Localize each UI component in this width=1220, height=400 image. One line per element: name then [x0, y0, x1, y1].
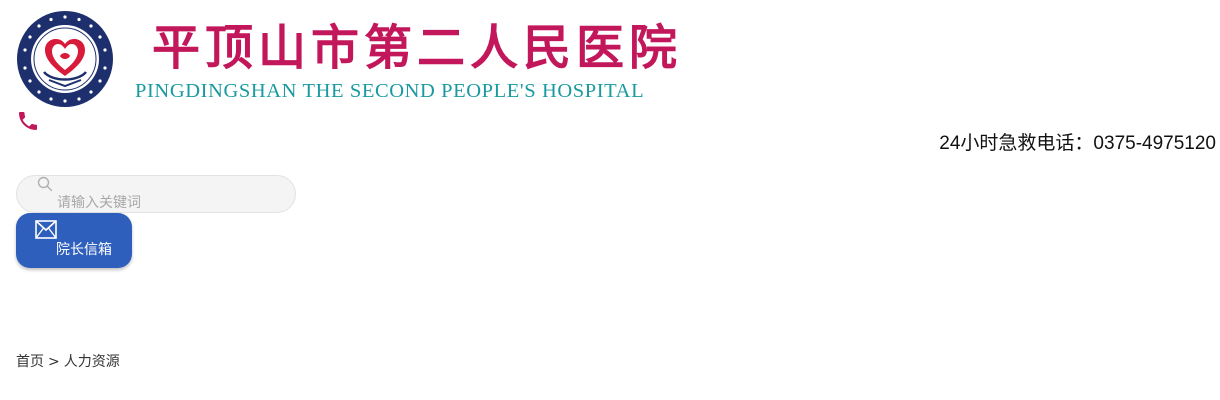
search-bar[interactable] [16, 175, 296, 213]
search-icon[interactable] [37, 176, 53, 192]
president-mailbox-button[interactable]: 院长信箱 [16, 213, 132, 268]
search-input[interactable] [57, 194, 277, 212]
mailbox-label: 院长信箱 [56, 242, 112, 258]
envelope-icon [35, 220, 57, 239]
emergency-hotline: 24小时急救电话：0375-4975120 [939, 133, 1216, 154]
hospital-name-cn: 平顶山市第二人民医院 [152, 20, 683, 76]
hospital-logo[interactable]: 平顶山市第二人民医院 PINGDINGSHAN THE SECOND PEOPL… [16, 10, 706, 108]
breadcrumb-separator: > [48, 354, 60, 370]
heart-emblem-icon [17, 11, 113, 107]
breadcrumb-current: 人力资源 [63, 354, 120, 370]
hospital-name-en: PINGDINGSHAN THE SECOND PEOPLE'S HOSPITA… [135, 80, 645, 102]
phone-icon [19, 112, 37, 130]
breadcrumb: 首页 > 人力资源 [16, 351, 120, 371]
breadcrumb-home-link[interactable]: 首页 [16, 354, 44, 370]
